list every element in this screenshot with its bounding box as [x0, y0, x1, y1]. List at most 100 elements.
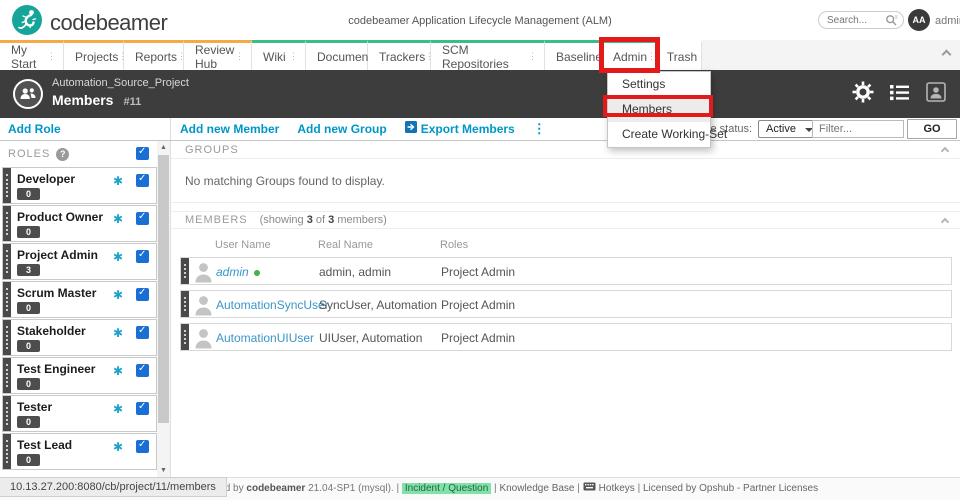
- scroll-down-arrow-icon[interactable]: ▼: [157, 464, 170, 477]
- tab-reports[interactable]: Reports: [124, 40, 184, 70]
- menu-item-settings[interactable]: Settings: [608, 72, 710, 97]
- export-members-label: Export Members: [421, 122, 515, 136]
- project-header: Automation_Source_Project Members #11: [0, 70, 960, 118]
- go-button[interactable]: GO: [907, 119, 957, 139]
- toolbar-overflow-dots-icon[interactable]: [533, 121, 546, 137]
- member-avatar-icon: [194, 261, 213, 288]
- roles-select-all-checkbox[interactable]: [136, 147, 149, 160]
- project-members-icon[interactable]: [13, 79, 43, 109]
- members-collapse-chevron-icon[interactable]: [941, 218, 949, 226]
- role-checkbox[interactable]: [136, 212, 149, 225]
- drag-handle-icon[interactable]: [3, 282, 11, 317]
- tab-my-start[interactable]: My Start: [0, 40, 64, 70]
- scrollbar-thumb[interactable]: [158, 155, 169, 423]
- sidebar-scrollbar[interactable]: ▲ ▼: [157, 141, 170, 477]
- tab-menu-dots-icon[interactable]: [528, 51, 537, 62]
- role-permissions-icon[interactable]: [113, 326, 123, 340]
- drag-handle-icon[interactable]: [3, 168, 11, 203]
- gecko-logo-icon: [12, 5, 42, 40]
- tab-menu-dots-icon[interactable]: [647, 51, 656, 62]
- tab-menu-dots-icon[interactable]: [47, 51, 56, 62]
- tab-documents[interactable]: Documents: [306, 40, 368, 70]
- role-checkbox[interactable]: [136, 250, 149, 263]
- role-permissions-icon[interactable]: [113, 402, 123, 416]
- role-permissions-icon[interactable]: [113, 288, 123, 302]
- add-new-member-link[interactable]: Add new Member: [180, 122, 279, 136]
- settings-gear-icon[interactable]: [852, 81, 874, 103]
- global-search[interactable]: [818, 11, 904, 29]
- list-view-icon[interactable]: [890, 84, 910, 101]
- member-user-link[interactable]: AutomationUIUser: [216, 331, 314, 345]
- drag-handle-icon[interactable]: [3, 206, 11, 241]
- tab-menu-dots-icon[interactable]: [289, 51, 298, 62]
- role-permissions-icon[interactable]: [113, 212, 123, 226]
- tab-scm-repositories[interactable]: SCM Repositories: [431, 40, 545, 70]
- tab-projects[interactable]: Projects: [64, 40, 124, 70]
- role-checkbox[interactable]: [136, 440, 149, 453]
- member-row-automationsyncuser: AutomationSyncUser SyncUser, Automation …: [180, 290, 952, 318]
- tab-label: SCM Repositories: [442, 43, 528, 71]
- drag-handle-icon[interactable]: [181, 324, 189, 350]
- role-card-scrum-master: Scrum Master 0: [2, 281, 157, 318]
- user-profile-icon[interactable]: [926, 82, 946, 102]
- member-user-link[interactable]: AutomationSyncUser: [216, 298, 329, 312]
- scroll-up-arrow-icon[interactable]: ▲: [157, 141, 170, 154]
- license-link[interactable]: Licensed by Opshub - Partner Licenses: [643, 483, 818, 494]
- export-members-link[interactable]: Export Members: [405, 120, 515, 138]
- member-roles: Project Admin: [441, 298, 515, 312]
- tab-review-hub[interactable]: Review Hub: [184, 40, 252, 70]
- role-name: Developer: [17, 172, 75, 186]
- tab-wiki[interactable]: Wiki: [252, 40, 306, 70]
- search-icon[interactable]: [885, 14, 898, 27]
- drag-handle-icon[interactable]: [3, 244, 11, 279]
- member-roles: Project Admin: [441, 265, 515, 279]
- role-checkbox[interactable]: [136, 402, 149, 415]
- role-count-badge: 0: [17, 188, 40, 200]
- drag-handle-icon[interactable]: [3, 434, 11, 469]
- tab-trackers[interactable]: Trackers: [368, 40, 431, 70]
- role-permissions-icon[interactable]: [113, 440, 123, 454]
- role-permissions-icon[interactable]: [113, 250, 123, 264]
- role-status-select[interactable]: Active: [758, 120, 820, 138]
- drag-handle-icon[interactable]: [3, 320, 11, 355]
- role-card-project-admin: Project Admin 3: [2, 243, 157, 280]
- members-showing-count: (showing 3 of 3 members): [260, 214, 387, 226]
- role-checkbox[interactable]: [136, 364, 149, 377]
- avatar[interactable]: AA: [908, 9, 930, 31]
- drag-handle-icon[interactable]: [181, 258, 189, 284]
- search-input[interactable]: [827, 15, 885, 26]
- footer-version: 21.04-SP1 (mysql).: [308, 483, 394, 494]
- role-count-badge: 3: [17, 264, 40, 276]
- member-row-automationuiuser: AutomationUIUser UIUser, Automation Proj…: [180, 323, 952, 351]
- help-icon[interactable]: [56, 148, 69, 161]
- role-checkbox[interactable]: [136, 288, 149, 301]
- roles-title: ROLES: [8, 148, 50, 160]
- incident-question-link[interactable]: Incident / Question: [402, 483, 491, 494]
- drag-handle-icon[interactable]: [3, 358, 11, 393]
- role-count-badge: 0: [17, 454, 40, 466]
- column-roles: Roles: [440, 239, 468, 251]
- drag-handle-icon[interactable]: [3, 396, 11, 431]
- groups-collapse-chevron-icon[interactable]: [941, 147, 949, 155]
- menu-item-members[interactable]: Members: [608, 97, 710, 122]
- hotkeys-link[interactable]: Hotkeys: [583, 482, 635, 494]
- members-table-header: User Name Real Name Roles: [180, 235, 952, 257]
- filter-input[interactable]: [812, 120, 904, 138]
- project-name[interactable]: Automation_Source_Project: [52, 77, 189, 89]
- drag-handle-icon[interactable]: [181, 291, 189, 317]
- role-permissions-icon[interactable]: [113, 364, 123, 378]
- nav-collapse-chevron-icon[interactable]: [942, 50, 952, 60]
- tab-trash[interactable]: Trash: [659, 40, 702, 70]
- tab-baselines[interactable]: Baselines: [545, 40, 602, 70]
- role-checkbox[interactable]: [136, 174, 149, 187]
- tab-menu-dots-icon[interactable]: [235, 51, 244, 62]
- menu-item-create-working-set[interactable]: Create Working-Set: [608, 122, 710, 147]
- add-new-group-link[interactable]: Add new Group: [297, 122, 386, 136]
- role-name: Stakeholder: [17, 324, 86, 338]
- knowledge-base-link[interactable]: Knowledge Base: [499, 483, 574, 494]
- add-role-link[interactable]: Add Role: [8, 122, 61, 136]
- tab-admin[interactable]: Admin: [602, 40, 659, 70]
- role-checkbox[interactable]: [136, 326, 149, 339]
- role-permissions-icon[interactable]: [113, 174, 123, 188]
- member-user-link[interactable]: admin: [216, 265, 260, 279]
